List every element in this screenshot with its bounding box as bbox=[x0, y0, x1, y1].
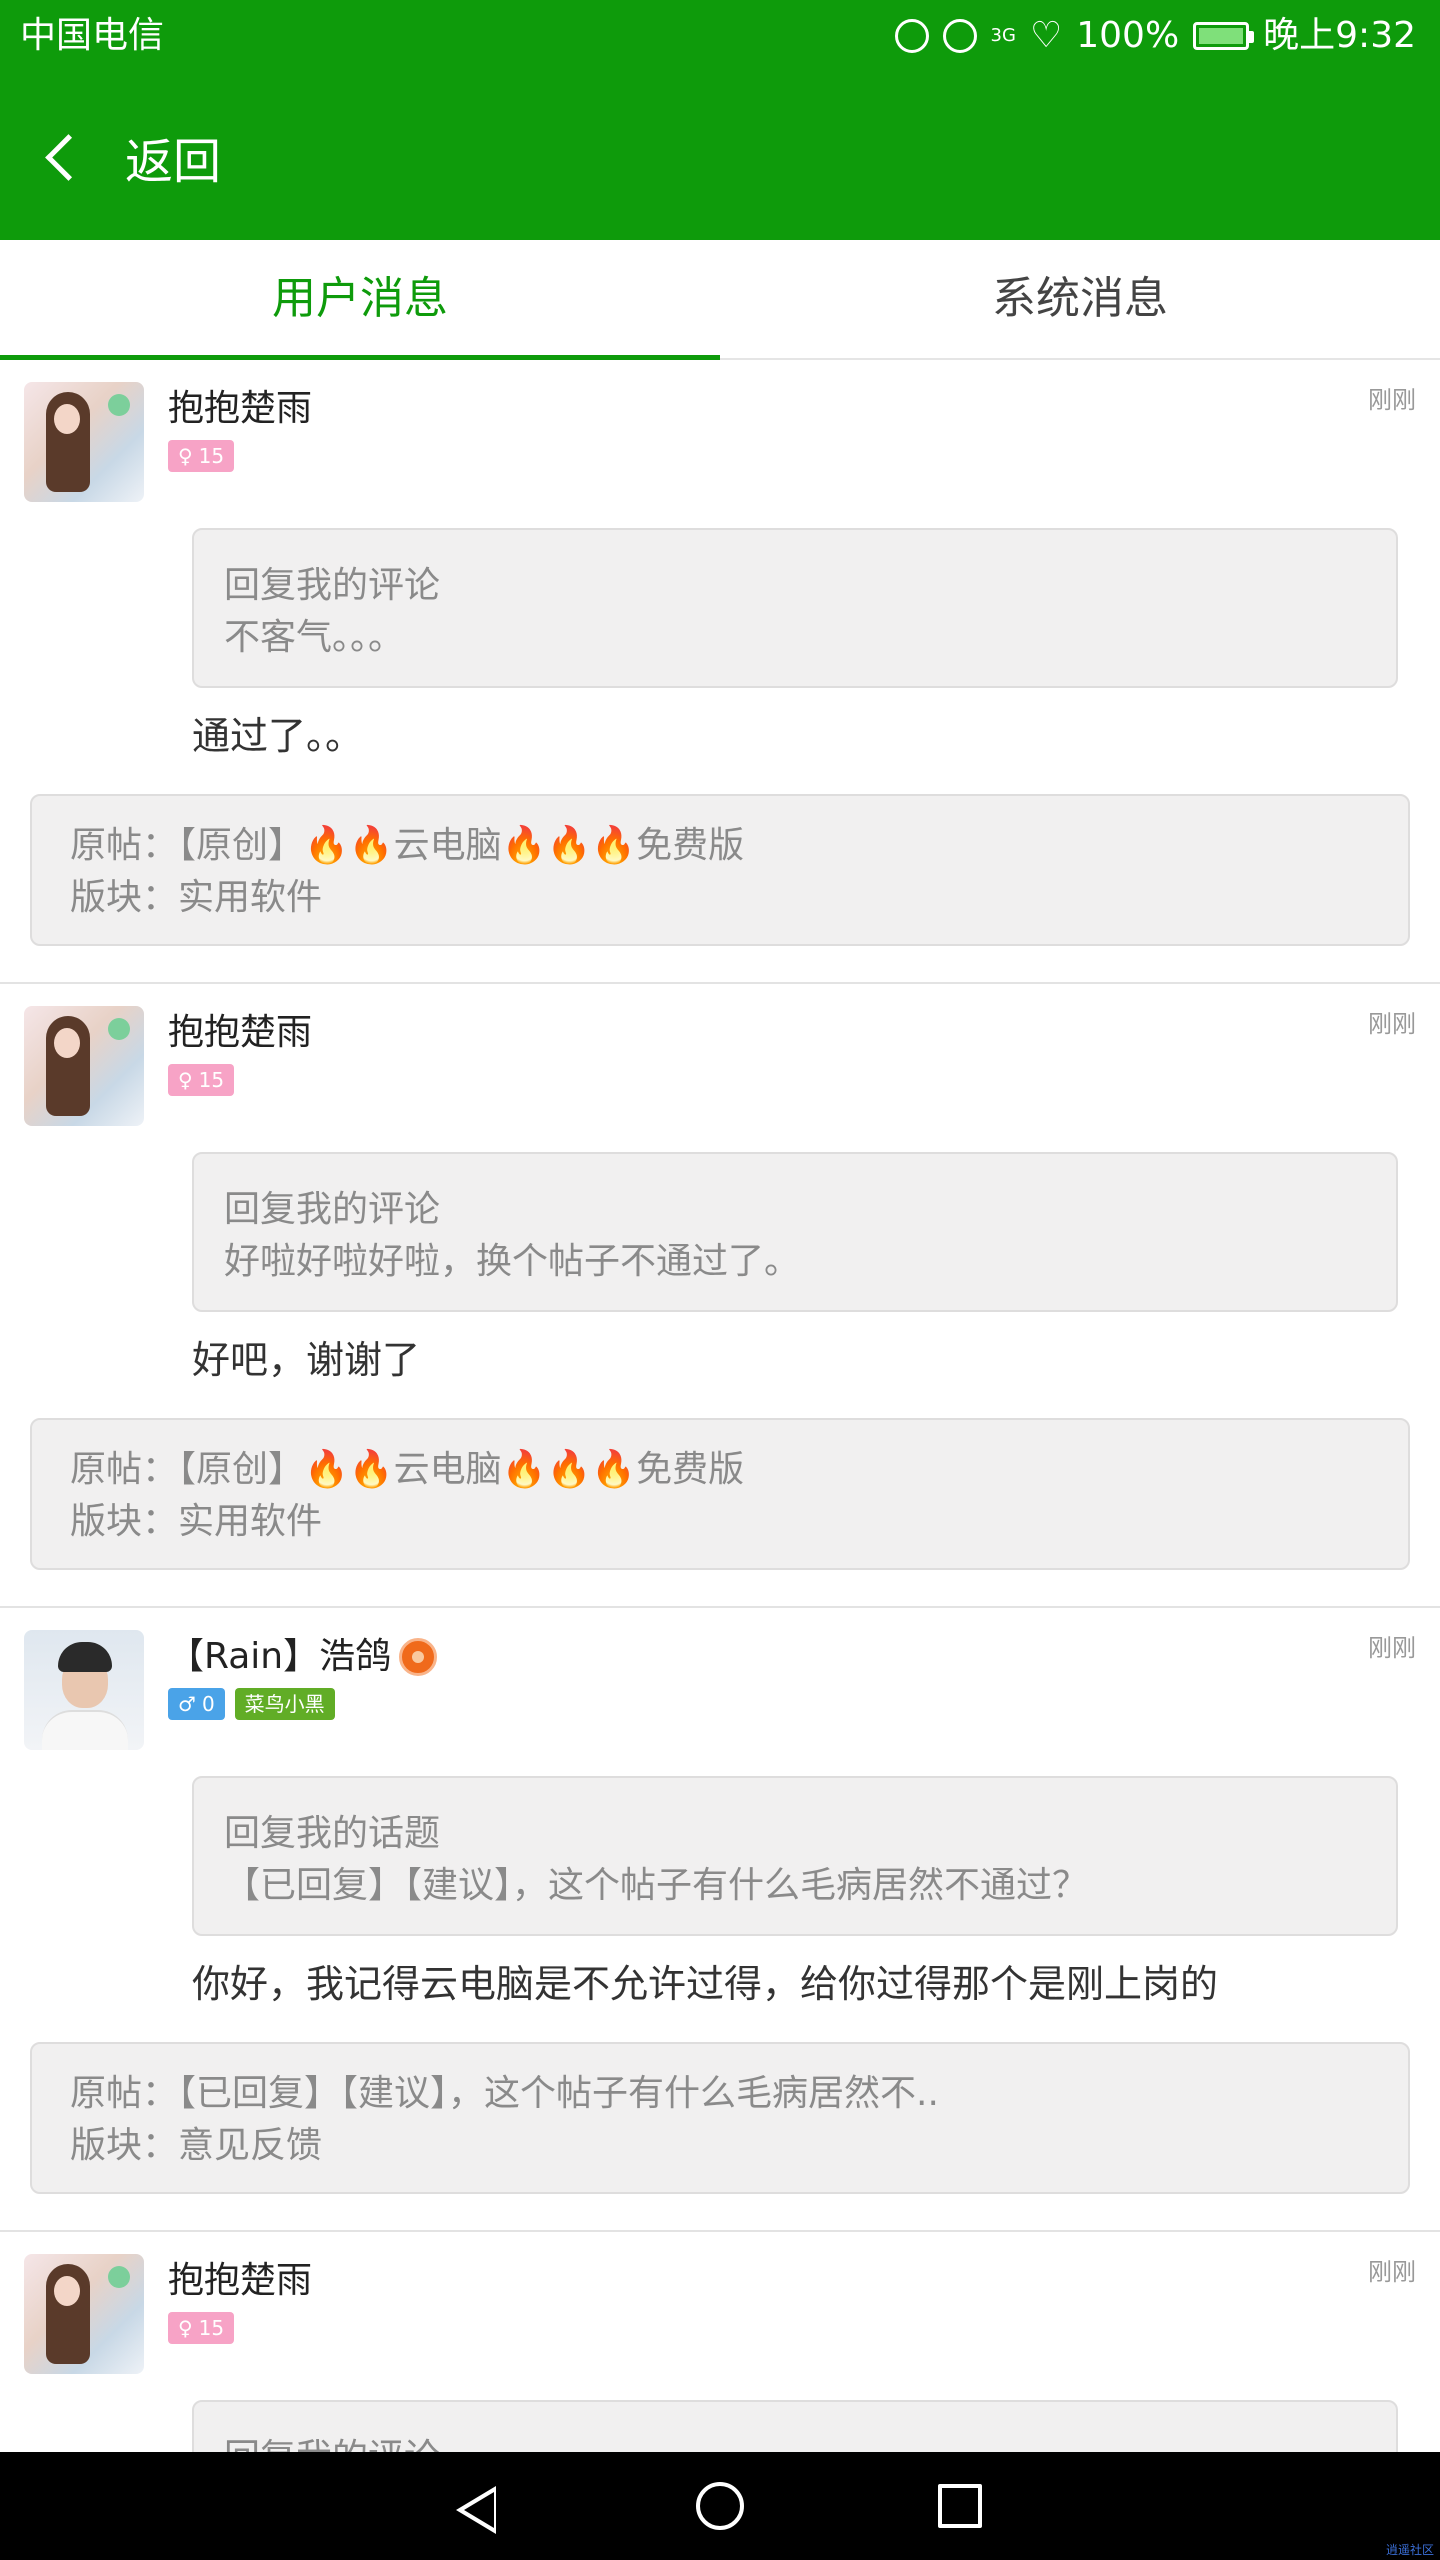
chevron-left-icon bbox=[45, 133, 92, 181]
clock: 晚上9:32 bbox=[1263, 15, 1416, 56]
quote-title: 回复我的评论 bbox=[224, 2432, 1366, 2452]
app-bar: 返回 bbox=[0, 72, 1440, 240]
timestamp: 刚刚 bbox=[1368, 386, 1416, 414]
back-label: 返回 bbox=[125, 134, 222, 190]
quote-title: 回复我的话题 bbox=[224, 1813, 441, 1854]
quote-title: 回复我的评论 bbox=[224, 565, 441, 606]
quote-text: 【已回复】【建议】，这个帖子有什么毛病居然不通过？ bbox=[224, 1865, 1089, 1906]
female-icon: ♀ bbox=[178, 1068, 193, 1092]
eye-comfort-icon bbox=[942, 19, 977, 53]
tab-bar: 用户消息 系统消息 bbox=[0, 240, 1440, 360]
signal-icon: ♡ bbox=[1029, 15, 1063, 56]
origin-board: 版块：实用软件 bbox=[70, 1501, 323, 1542]
avatar[interactable] bbox=[24, 382, 144, 502]
timestamp: 刚刚 bbox=[1368, 1010, 1416, 1038]
message-item[interactable]: 【Rain】浩鸽 ♂ 0 菜鸟小黑 刚刚 回复我的话题 【已回复】【建议】，这个… bbox=[0, 1606, 1440, 2230]
timestamp: 刚刚 bbox=[1368, 1634, 1416, 1662]
timestamp: 刚刚 bbox=[1368, 2258, 1416, 2286]
back-button[interactable]: 返回 bbox=[40, 122, 221, 192]
gender-level-badge: ♀ 15 bbox=[168, 440, 235, 472]
origin-board: 版块：意见反馈 bbox=[70, 2125, 323, 2166]
nav-recents-icon[interactable] bbox=[938, 2484, 982, 2528]
female-icon: ♀ bbox=[178, 2316, 193, 2340]
username[interactable]: 抱抱楚雨 bbox=[168, 1006, 312, 1060]
tab-user-messages[interactable]: 用户消息 bbox=[0, 240, 720, 360]
gender-level-badge: ♂ 0 bbox=[168, 1688, 225, 1720]
male-icon: ♂ bbox=[178, 1692, 196, 1716]
origin-post-box[interactable]: 原帖：【原创】🔥🔥云电脑🔥🔥🔥免费版 版块：实用软件 bbox=[30, 1418, 1410, 1570]
avatar[interactable] bbox=[24, 2254, 144, 2374]
origin-post-title: 原帖：【原创】🔥🔥云电脑🔥🔥🔥免费版 bbox=[70, 825, 745, 866]
gender-level-badge: ♀ 15 bbox=[168, 1064, 235, 1096]
watermark: 逍遥社区 bbox=[1385, 2543, 1434, 2557]
quoted-comment: 回复我的评论 好啦好啦好啦，换个帖子不通过了。 bbox=[192, 1152, 1398, 1312]
username[interactable]: 【Rain】浩鸽 bbox=[168, 1630, 438, 1684]
network-type-label: 3G bbox=[990, 25, 1016, 46]
title-badge: 菜鸟小黑 bbox=[234, 1688, 335, 1720]
female-icon: ♀ bbox=[178, 444, 193, 468]
quoted-comment: 回复我的评论 不客气。。。 bbox=[192, 528, 1398, 688]
gender-level-badge: ♀ 15 bbox=[168, 2312, 235, 2344]
quoted-comment: 回复我的评论 bbox=[192, 2400, 1398, 2452]
quote-text: 不客气。。。 bbox=[224, 617, 405, 658]
quoted-topic: 回复我的话题 【已回复】【建议】，这个帖子有什么毛病居然不通过？ bbox=[192, 1776, 1398, 1936]
status-bar: 中国电信 3G ♡ 100% 晚上9:32 bbox=[0, 0, 1440, 72]
origin-post-box[interactable]: 原帖：【已回复】【建议】，这个帖子有什么毛病居然不.. 版块：意见反馈 bbox=[30, 2042, 1410, 2194]
reply-text: 好吧，谢谢了 bbox=[192, 1338, 421, 1382]
origin-post-title: 原帖：【原创】🔥🔥云电脑🔥🔥🔥免费版 bbox=[70, 1449, 745, 1490]
origin-board: 版块：实用软件 bbox=[70, 877, 323, 918]
reply-text: 你好，我记得云电脑是不允许过得，给你过得那个是刚上岗的 bbox=[192, 1962, 1219, 2006]
battery-percent: 100% bbox=[1076, 15, 1180, 56]
username[interactable]: 抱抱楚雨 bbox=[168, 2254, 312, 2308]
nav-home-icon[interactable] bbox=[696, 2482, 744, 2530]
quote-text: 好啦好啦好啦，换个帖子不通过了。 bbox=[224, 1241, 801, 1282]
username[interactable]: 抱抱楚雨 bbox=[168, 382, 312, 436]
origin-post-box[interactable]: 原帖：【原创】🔥🔥云电脑🔥🔥🔥免费版 版块：实用软件 bbox=[30, 794, 1410, 946]
battery-icon bbox=[1193, 22, 1255, 50]
message-item[interactable]: 抱抱楚雨 ♀ 15 刚刚 回复我的评论 不客气。。。 通过了。。 原帖：【原创】… bbox=[0, 358, 1440, 982]
quote-title: 回复我的评论 bbox=[224, 1189, 441, 1230]
message-item[interactable]: 抱抱楚雨 ♀ 15 刚刚 回复我的评论 bbox=[0, 2230, 1440, 2452]
tab-system-messages[interactable]: 系统消息 bbox=[720, 240, 1440, 358]
avatar[interactable] bbox=[24, 1006, 144, 1126]
origin-post-title: 原帖：【已回复】【建议】，这个帖子有什么毛病居然不.. bbox=[70, 2073, 939, 2114]
message-item[interactable]: 抱抱楚雨 ♀ 15 刚刚 回复我的评论 好啦好啦好啦，换个帖子不通过了。 好吧，… bbox=[0, 982, 1440, 1606]
avatar[interactable] bbox=[24, 1630, 144, 1750]
carrier-label: 中国电信 bbox=[20, 15, 165, 56]
system-nav-bar: 逍遥社区 bbox=[0, 2452, 1440, 2560]
level-medal-icon bbox=[399, 1638, 438, 1676]
data-saver-icon bbox=[894, 19, 929, 53]
reply-text: 通过了。。 bbox=[192, 714, 364, 758]
